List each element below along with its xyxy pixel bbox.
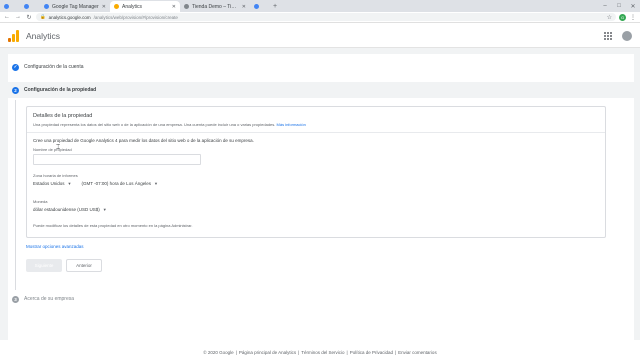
card-description: Una propiedad representa los datos del s… <box>33 122 599 127</box>
close-icon[interactable]: ✕ <box>172 4 176 10</box>
close-icon[interactable]: ✕ <box>102 4 106 10</box>
menu-dots-icon[interactable]: ⋮ <box>629 13 637 22</box>
footer-link[interactable]: Términos del Servicio <box>301 350 344 355</box>
card-intro: Cree una propiedad de Google Analytics 4… <box>33 138 254 143</box>
card-title: Detalles de la propiedad <box>33 113 93 119</box>
step-about-business: 3 Acerca de su empresa <box>8 292 634 306</box>
browser-tab-5[interactable] <box>250 1 270 12</box>
card-body: Cree una propiedad de Google Analytics 4… <box>27 133 605 228</box>
star-icon[interactable]: ☆ <box>607 14 612 21</box>
step-label: Acerca de su empresa <box>24 296 75 302</box>
setup-panel: ✓ Configuración de la cuenta 2 Configura… <box>8 54 634 340</box>
browser-tab-0[interactable] <box>0 1 20 12</box>
new-tab-button[interactable]: + <box>270 1 280 12</box>
next-button[interactable]: Siguiente <box>26 259 62 272</box>
close-icon[interactable]: ✕ <box>242 4 246 10</box>
currency-value: dólar estadounidense (USD US$) <box>33 207 100 212</box>
tab-label: Google Tag Manager <box>52 3 99 10</box>
analytics-header: Analytics <box>0 24 640 48</box>
currency-label: Moneda <box>33 199 48 204</box>
copyright-text: © 2020 Google <box>203 349 234 355</box>
dropdown-arrow-icon: ▼ <box>153 181 158 186</box>
advanced-options-link[interactable]: Mostrar opciones avanzadas <box>26 244 84 249</box>
step-number: 2 <box>12 86 19 94</box>
timezone-field: Zona horaria de informes Estados Unidos … <box>33 173 233 186</box>
favicon-icon <box>44 4 49 9</box>
reload-icon[interactable]: ↻ <box>25 13 33 22</box>
analytics-logo-icon <box>8 29 19 42</box>
browser-tab-tienda[interactable]: Tienda Demo – Tienda Curso U... ✕ <box>180 1 250 12</box>
country-select[interactable]: Estados Unidos ▼ <box>33 181 72 186</box>
main-area: ✓ Configuración de la cuenta 2 Configura… <box>0 48 640 340</box>
currency-select[interactable]: dólar estadounidense (USD US$) ▼ <box>33 207 233 212</box>
property-name-input[interactable] <box>33 154 201 165</box>
profile-avatar[interactable]: G <box>619 13 626 21</box>
address-bar[interactable]: 🔒 analytics.google.com/analytics/web/pro… <box>36 13 616 21</box>
back-arrow-icon[interactable]: ← <box>3 13 11 22</box>
apps-grid-icon[interactable] <box>604 31 612 40</box>
page-footer: © 2020 Google | Página principal de Anal… <box>203 349 437 355</box>
favicon-icon <box>114 4 119 9</box>
card-footnote: Puede modificar los detalles de esta pro… <box>33 223 193 228</box>
browser-tab-1[interactable] <box>20 1 40 12</box>
window-controls: – □ ✕ <box>598 0 640 12</box>
url-host: analytics.google.com <box>48 14 91 20</box>
property-details-card: Detalles de la propiedad Una propiedad r… <box>26 106 606 238</box>
app-title: Analytics <box>26 30 61 41</box>
mouse-cursor-icon: ⌶ <box>56 144 61 151</box>
url-path: /analytics/web/provision/#/provision/cre… <box>93 14 178 20</box>
tab-label: Analytics <box>122 3 143 10</box>
account-avatar[interactable] <box>622 30 632 41</box>
dropdown-arrow-icon: ▼ <box>102 207 107 212</box>
lock-icon: 🔒 <box>40 14 46 19</box>
close-window-icon[interactable]: ✕ <box>626 0 640 12</box>
favicon-icon <box>184 4 189 9</box>
maximize-icon[interactable]: □ <box>612 0 626 12</box>
browser-tabbar: Google Tag Manager ✕ Analytics ✕ Tienda … <box>0 0 640 12</box>
timezone-select[interactable]: (GMT -07:00) hora de Los Ángeles ▼ <box>82 181 158 186</box>
browser-tab-analytics[interactable]: Analytics ✕ <box>110 1 180 12</box>
step-property-setup: 2 Configuración de la propiedad <box>8 82 634 98</box>
country-value: Estados Unidos <box>33 181 65 186</box>
tab-label: Tienda Demo – Tienda Curso U... <box>192 3 239 10</box>
currency-field: Moneda dólar estadounidense (USD US$) ▼ <box>33 199 233 212</box>
step-number: 3 <box>12 295 19 303</box>
footer-link[interactable]: Enviar comentarios <box>398 350 437 355</box>
check-icon: ✓ <box>12 63 19 71</box>
timezone-value: (GMT -07:00) hora de Los Ángeles <box>81 181 151 186</box>
learn-more-link[interactable]: Más información <box>277 122 306 127</box>
step-account-setup[interactable]: ✓ Configuración de la cuenta <box>8 60 634 74</box>
favicon-icon <box>24 4 29 9</box>
step-label: Configuración de la cuenta <box>24 64 84 70</box>
favicon-icon <box>4 4 9 9</box>
minimize-icon[interactable]: – <box>598 0 612 12</box>
back-button[interactable]: Anterior <box>66 259 102 272</box>
forward-arrow-icon[interactable]: → <box>14 13 22 22</box>
step-connector-line <box>15 100 16 290</box>
favicon-icon <box>254 4 259 9</box>
dropdown-arrow-icon: ▼ <box>67 181 72 186</box>
footer-link[interactable]: Página principal de Analytics <box>239 350 296 355</box>
browser-toolbar: ← → ↻ 🔒 analytics.google.com/analytics/w… <box>0 12 640 23</box>
timezone-label: Zona horaria de informes <box>33 173 78 178</box>
browser-tab-tag-manager[interactable]: Google Tag Manager ✕ <box>40 1 110 12</box>
step-label: Configuración de la propiedad <box>24 87 97 93</box>
card-desc-text: Una propiedad representa los datos del s… <box>33 122 276 127</box>
footer-link[interactable]: Política de Privacidad <box>350 350 393 355</box>
